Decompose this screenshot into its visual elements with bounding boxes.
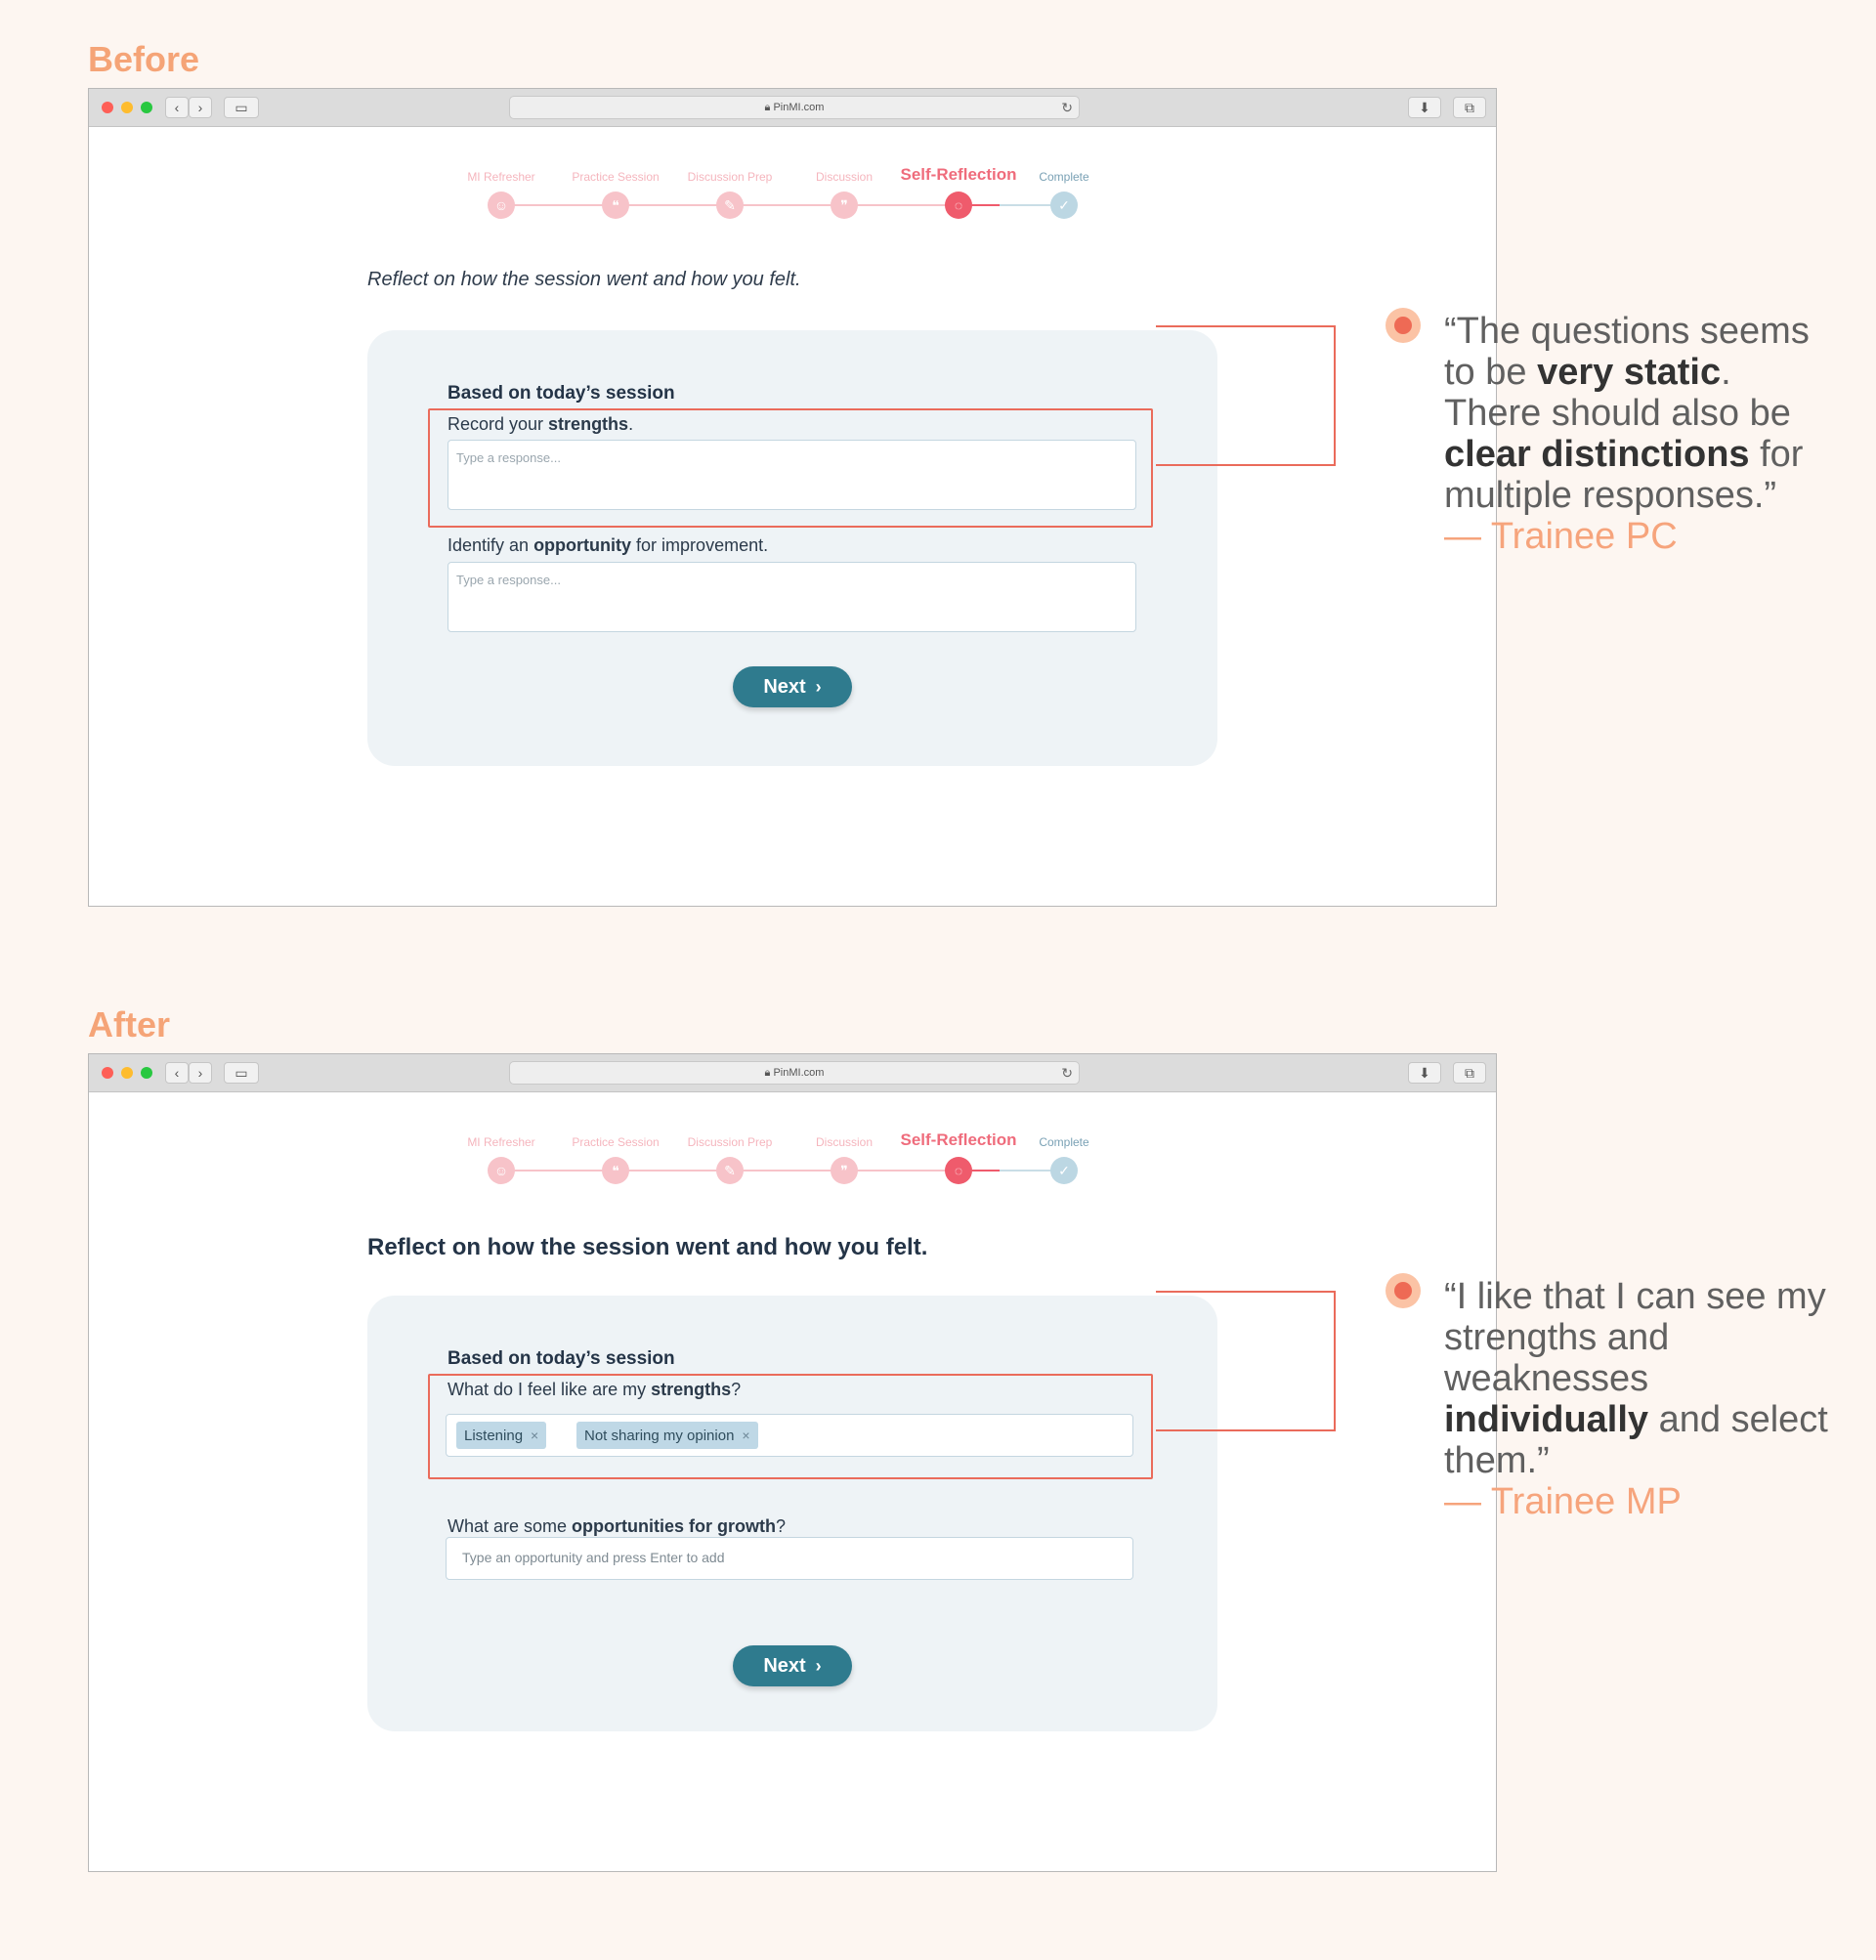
lock-icon: 🔒︎ (764, 102, 771, 113)
step-complete[interactable]: Complete ✓ (986, 167, 1142, 219)
next-button[interactable]: Next › (733, 1645, 852, 1686)
reflection-card: Based on today’s session Record your str… (367, 330, 1217, 766)
question-emphasis: opportunities for growth (572, 1516, 777, 1536)
url-text: PinMI.com (773, 102, 825, 113)
strengths-question: What do I feel like are my strengths? (448, 1380, 741, 1400)
address-bar[interactable]: 🔒︎ PinMI.com ↻ (509, 1061, 1080, 1085)
close-icon[interactable]: × (742, 1427, 749, 1443)
question-text: What do I feel like are my (448, 1380, 652, 1399)
tabs-overview-icon[interactable]: ⧉ (1453, 1062, 1486, 1084)
check-icon: ✓ (1050, 1157, 1078, 1184)
step-complete[interactable]: Complete ✓ (986, 1132, 1142, 1184)
callout-pin-icon (1386, 1273, 1421, 1308)
after-browser-window: ‹ › ▭ 🔒︎ PinMI.com ↻ ⬇ ⧉ MI Refresher ☺ … (88, 1053, 1497, 1872)
tabs-overview-icon[interactable]: ⧉ (1453, 97, 1486, 118)
after-feedback-quote: “I like that I can see my strengths and … (1444, 1276, 1835, 1522)
minimize-window-button[interactable] (121, 102, 133, 113)
before-browser-window: ‹ › ▭ 🔒︎ PinMI.com ↻ ⬇ ⧉ MI Refresher ☺ … (88, 88, 1497, 907)
chevron-right-icon: › (815, 1656, 822, 1676)
forward-button[interactable]: › (189, 97, 212, 118)
refresher-icon: ☺ (488, 1157, 515, 1184)
strengths-question: Record your strengths. (448, 414, 633, 435)
reload-icon[interactable]: ↻ (1061, 97, 1073, 118)
quote-author: — Trainee PC (1444, 516, 1678, 557)
opportunity-textarea[interactable]: Type a response... (448, 562, 1136, 632)
close-window-button[interactable] (102, 1067, 113, 1079)
reload-icon[interactable]: ↻ (1061, 1062, 1073, 1084)
chip-label: Listening (464, 1427, 524, 1444)
close-window-button[interactable] (102, 102, 113, 113)
reflection-card: Based on today’s session What do I feel … (367, 1296, 1217, 1731)
question-text: Identify an (448, 535, 534, 555)
question-suffix: ? (776, 1516, 787, 1536)
before-feedback-quote: “The questions seems to be very static. … (1444, 311, 1835, 557)
strengths-tag-input[interactable]: Listening × Not sharing my opinion × (446, 1414, 1133, 1457)
opportunity-question: What are some opportunities for growth? (448, 1516, 786, 1537)
question-suffix: . (628, 414, 634, 434)
quote-author: — Trainee MP (1444, 1481, 1682, 1522)
lock-icon: 🔒︎ (764, 1067, 771, 1079)
discussion-icon: ❞ (831, 1157, 858, 1184)
question-suffix: ? (731, 1380, 742, 1399)
quote-emphasis: very static (1537, 352, 1722, 393)
quote-text: “I like that I can see my strengths and … (1444, 1276, 1826, 1399)
page-prompt: Reflect on how the session went and how … (367, 1234, 928, 1260)
sidebar-toggle-icon[interactable]: ▭ (224, 1062, 259, 1084)
pencil-icon: ✎ (716, 192, 744, 219)
browser-toolbar: ‹ › ▭ 🔒︎ PinMI.com ↻ ⬇ ⧉ (89, 1054, 1496, 1092)
reflection-icon: ◌ (945, 192, 972, 219)
minimize-window-button[interactable] (121, 1067, 133, 1079)
forward-button[interactable]: › (189, 1062, 212, 1084)
back-button[interactable]: ‹ (165, 1062, 189, 1084)
question-emphasis: strengths (548, 414, 629, 434)
after-section-label: After (88, 1004, 171, 1044)
maximize-window-button[interactable] (141, 1067, 152, 1079)
next-button-label: Next (763, 676, 806, 698)
address-bar[interactable]: 🔒︎ PinMI.com ↻ (509, 96, 1080, 119)
url-text: PinMI.com (773, 1067, 825, 1079)
progress-stepper: MI Refresher ☺ Practice Session ❝ Discus… (460, 166, 1105, 226)
next-button-label: Next (763, 1655, 806, 1677)
question-text: Record your (448, 414, 549, 434)
browser-toolbar: ‹ › ▭ 🔒︎ PinMI.com ↻ ⬇ ⧉ (89, 89, 1496, 127)
page-prompt: Reflect on how the session went and how … (367, 269, 801, 290)
download-icon[interactable]: ⬇ (1408, 97, 1441, 118)
chevron-right-icon: › (815, 677, 822, 697)
progress-stepper: MI Refresher ☺ Practice Session ❝ Discus… (460, 1131, 1105, 1191)
discussion-icon: ❞ (831, 192, 858, 219)
before-section-label: Before (88, 39, 200, 79)
question-emphasis: opportunity (533, 535, 632, 555)
maximize-window-button[interactable] (141, 102, 152, 113)
callout-connector (1156, 325, 1336, 466)
quote-emphasis: individually (1444, 1399, 1649, 1440)
back-button[interactable]: ‹ (165, 97, 189, 118)
question-emphasis: strengths (651, 1380, 732, 1399)
refresher-icon: ☺ (488, 192, 515, 219)
next-button[interactable]: Next › (733, 666, 852, 707)
chip-label: Not sharing my opinion (584, 1427, 735, 1444)
question-suffix: for improvement. (631, 535, 769, 555)
callout-pin-icon (1386, 308, 1421, 343)
reflection-icon: ◌ (945, 1157, 972, 1184)
card-title: Based on today’s session (448, 1348, 675, 1369)
card-title: Based on today’s session (448, 383, 675, 404)
close-icon[interactable]: × (531, 1427, 538, 1443)
callout-connector (1156, 1291, 1336, 1431)
strength-chip[interactable]: Listening × (456, 1422, 547, 1449)
strengths-textarea[interactable]: Type a response... (448, 440, 1136, 510)
pencil-icon: ✎ (716, 1157, 744, 1184)
opportunity-question: Identify an opportunity for improvement. (448, 535, 768, 556)
download-icon[interactable]: ⬇ (1408, 1062, 1441, 1084)
question-text: What are some (448, 1516, 573, 1536)
sidebar-toggle-icon[interactable]: ▭ (224, 97, 259, 118)
chat-icon: ❝ (602, 192, 629, 219)
opportunity-tag-input[interactable]: Type an opportunity and press Enter to a… (446, 1537, 1133, 1580)
step-label: Complete (1039, 1135, 1089, 1149)
chat-icon: ❝ (602, 1157, 629, 1184)
check-icon: ✓ (1050, 192, 1078, 219)
strength-chip[interactable]: Not sharing my opinion × (576, 1422, 758, 1449)
quote-emphasis: clear distinctions (1444, 434, 1750, 475)
step-label: Complete (1039, 170, 1089, 184)
